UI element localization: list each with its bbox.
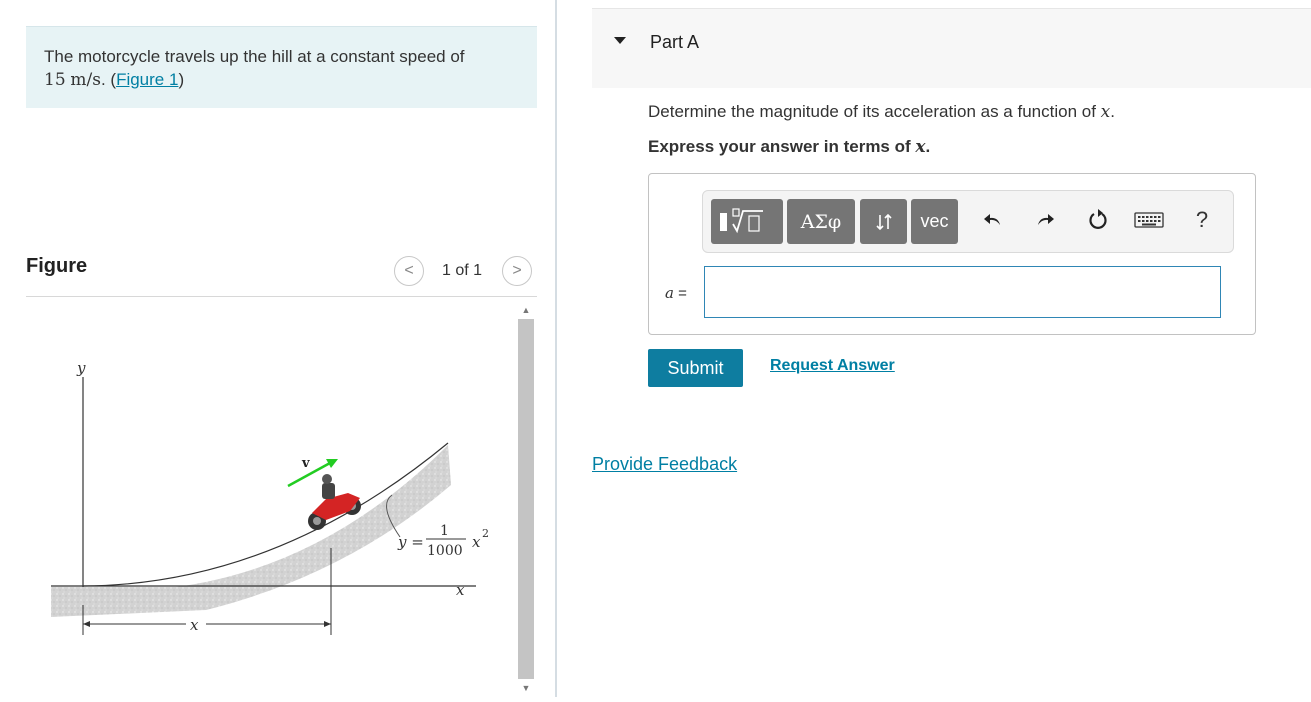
figure-scrollbar[interactable]: ▲ ▼ [516, 303, 536, 697]
equation-exponent: 2 [482, 527, 489, 540]
dimension-arrow-right [324, 621, 331, 627]
help-icon: ? [1195, 207, 1209, 232]
figure-divider [26, 296, 537, 297]
keyboard-icon [1134, 212, 1164, 228]
x-axis-label: x [456, 581, 465, 599]
equation-variable: x [472, 533, 481, 551]
pager-count: 1 of 1 [442, 262, 483, 279]
chevron-left-icon: < [404, 262, 414, 279]
greek-symbols-label: ΑΣφ [800, 210, 842, 233]
dimension-arrow-left [83, 621, 90, 627]
template-button[interactable] [711, 199, 783, 244]
answer-panel: ΑΣφ vec ? a = [648, 173, 1256, 335]
answer-equals: = [678, 285, 687, 302]
template-icon [720, 207, 763, 233]
answer-variable: a [665, 284, 674, 302]
next-figure-button[interactable]: > [502, 256, 532, 286]
help-button[interactable]: ? [1187, 205, 1217, 235]
scroll-up-icon[interactable]: ▲ [516, 303, 536, 317]
instruction-var: x [915, 137, 926, 157]
instruction-before: Express your answer in terms of [648, 137, 916, 156]
problem-text: The motorcycle travels up the hill at a … [44, 47, 465, 66]
provide-feedback-link[interactable]: Provide Feedback [592, 454, 737, 475]
equation-lhs: y = [397, 533, 424, 551]
question-after: . [1110, 102, 1115, 121]
question-before: Determine the magnitude of its accelerat… [648, 102, 1101, 121]
chevron-right-icon: > [512, 262, 522, 279]
redo-button[interactable] [1030, 205, 1060, 235]
request-answer-link[interactable]: Request Answer [770, 357, 895, 375]
figure-pager: < 1 of 1 > [394, 256, 537, 286]
figure-title: Figure [26, 255, 88, 277]
undo-button[interactable] [978, 205, 1008, 235]
speed-value: 15 [44, 70, 66, 90]
figure-image: y x x y = 1 1000 x 2 v [26, 305, 516, 697]
x-dimension-label: x [190, 616, 199, 634]
question-var: x [1100, 102, 1111, 122]
instruction-after: . [925, 137, 931, 156]
problem-statement: The motorcycle travels up the hill at a … [26, 26, 537, 108]
problem-text-after: . ( [100, 70, 117, 89]
submit-button[interactable]: Submit [648, 349, 743, 387]
close-paren: ) [178, 70, 185, 89]
vector-button[interactable]: vec [911, 199, 958, 244]
motorcycle-icon [308, 474, 361, 530]
undo-icon [984, 214, 1000, 225]
scroll-thumb[interactable] [518, 319, 534, 679]
vector-label: vec [920, 211, 949, 231]
math-toolbar: ΑΣφ vec ? [702, 190, 1234, 253]
velocity-label: v [301, 456, 310, 471]
equation-numerator: 1 [440, 523, 449, 539]
keyboard-button[interactable] [1133, 205, 1165, 235]
part-header: Part A [592, 8, 1311, 88]
reset-icon [1089, 209, 1107, 229]
answer-instruction: Express your answer in terms of x. [648, 137, 930, 157]
hill-ground [51, 445, 451, 617]
panel-divider[interactable] [555, 0, 557, 697]
figure-link[interactable]: Figure 1 [116, 70, 178, 89]
collapse-toggle[interactable] [612, 33, 628, 49]
answer-input[interactable] [704, 266, 1221, 318]
scroll-down-icon[interactable]: ▼ [516, 681, 536, 695]
answer-label: a = [665, 284, 687, 302]
greek-symbols-button[interactable]: ΑΣφ [787, 199, 855, 244]
motorcycle-hill-diagram: y x x y = 1 1000 x 2 v [51, 359, 489, 635]
prev-figure-button[interactable]: < [394, 256, 424, 286]
speed-unit: m/s [70, 70, 101, 90]
reset-button[interactable] [1083, 205, 1113, 235]
y-axis-label: y [76, 359, 86, 377]
equation-denominator: 1000 [427, 543, 463, 559]
caret-down-icon [614, 37, 626, 44]
sort-icon [875, 213, 892, 230]
question-text: Determine the magnitude of its accelerat… [648, 102, 1115, 122]
redo-icon [1038, 214, 1054, 225]
sort-button[interactable] [860, 199, 907, 244]
part-title: Part A [650, 32, 700, 52]
